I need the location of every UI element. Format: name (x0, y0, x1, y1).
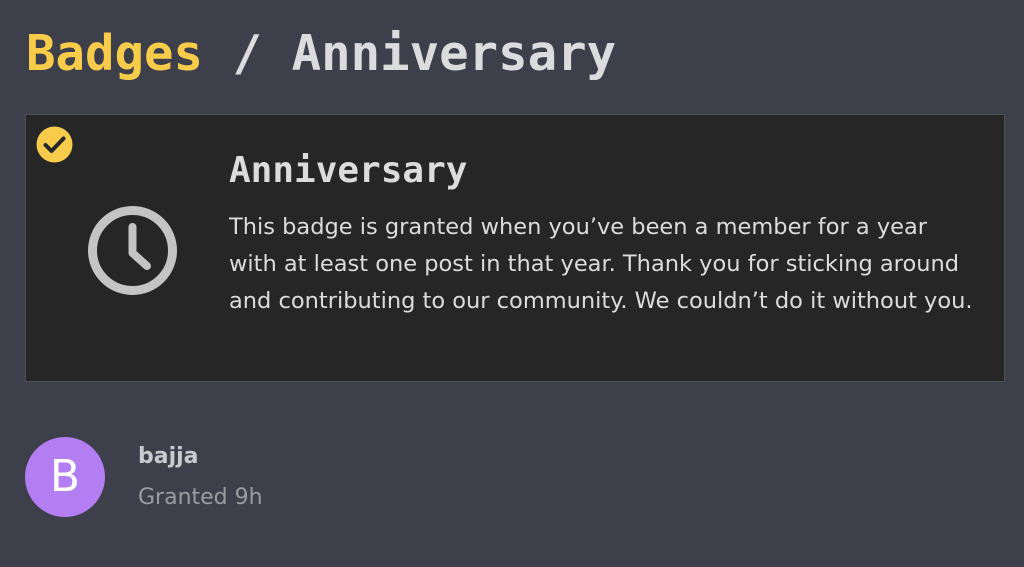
avatar[interactable]: B (25, 437, 105, 517)
username-link[interactable]: bajja (138, 442, 199, 472)
breadcrumb-current: Anniversary (291, 25, 617, 82)
granted-time: Granted 9h (138, 485, 263, 510)
clock-icon (88, 206, 177, 295)
badge-card: Anniversary This badge is granted when y… (25, 114, 1005, 382)
badge-name: Anniversary (229, 150, 468, 191)
grant-list-item: B bajja Granted 9h (25, 437, 425, 517)
breadcrumb-badges-link[interactable]: Badges (26, 25, 203, 82)
badge-description: This badge is granted when you’ve been a… (229, 214, 973, 314)
page-title: Badges / Anniversary (26, 22, 616, 86)
breadcrumb-separator: / (232, 25, 263, 82)
check-circle-icon (36, 126, 73, 163)
